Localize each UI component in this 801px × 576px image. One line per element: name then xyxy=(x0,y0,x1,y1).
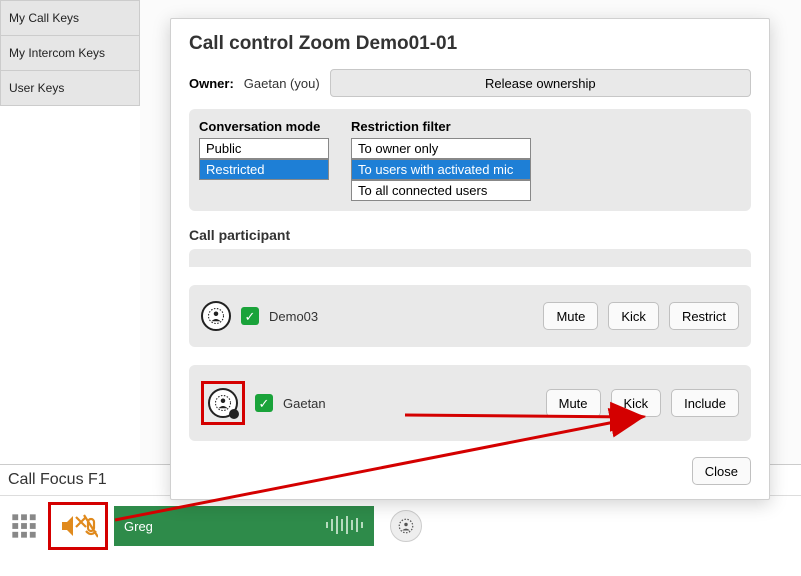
active-call-bar[interactable]: Greg xyxy=(114,506,374,546)
close-button[interactable]: Close xyxy=(692,457,751,485)
participant-checked-icon[interactable]: ✓ xyxy=(255,394,273,412)
modal-title: Call control Zoom Demo01-01 xyxy=(189,33,751,55)
restrict-button[interactable]: Restrict xyxy=(669,302,739,330)
call-bubble-icon[interactable] xyxy=(390,510,422,542)
participant-row: ✓ Gaetan Mute Kick Include xyxy=(189,365,751,441)
participant-name: Gaetan xyxy=(283,396,326,411)
apps-grid-icon[interactable] xyxy=(6,508,42,544)
release-ownership-button[interactable]: Release ownership xyxy=(330,69,751,97)
conversation-mode-option-restricted[interactable]: Restricted xyxy=(199,159,329,180)
conversation-mode-option-public[interactable]: Public xyxy=(199,138,329,159)
participant-row: ✓ Demo03 Mute Kick Restrict xyxy=(189,285,751,347)
sidebar-tab-user-keys[interactable]: User Keys xyxy=(0,71,140,106)
participant-checked-icon[interactable]: ✓ xyxy=(241,307,259,325)
participant-avatar-highlight xyxy=(201,381,245,425)
conversation-mode-heading: Conversation mode xyxy=(199,119,329,134)
restriction-option-owner-only[interactable]: To owner only xyxy=(351,138,531,159)
sidebar: My Call Keys My Intercom Keys User Keys xyxy=(0,0,140,106)
restriction-filter-list: To owner only To users with activated mi… xyxy=(351,138,531,201)
participant-list-scroll-hint xyxy=(189,249,751,267)
call-control-modal: Call control Zoom Demo01-01 Owner: Gaeta… xyxy=(170,18,770,500)
waveform-icon xyxy=(324,514,364,539)
mute-button[interactable]: Mute xyxy=(543,302,598,330)
sidebar-tab-call-keys[interactable]: My Call Keys xyxy=(0,0,140,36)
include-button[interactable]: Include xyxy=(671,389,739,417)
participant-avatar-icon xyxy=(201,301,231,331)
active-call-name: Greg xyxy=(124,519,153,534)
kick-button[interactable]: Kick xyxy=(608,302,659,330)
participant-avatar-icon xyxy=(208,388,238,418)
restriction-option-activated-mic[interactable]: To users with activated mic xyxy=(351,159,531,180)
conversation-mode-list: Public Restricted xyxy=(199,138,329,180)
speaker-mic-muted-icon xyxy=(58,509,98,543)
kick-button[interactable]: Kick xyxy=(611,389,662,417)
owner-value: Gaetan (you) xyxy=(244,76,320,91)
restriction-filter-heading: Restriction filter xyxy=(351,119,531,134)
restriction-option-all-connected[interactable]: To all connected users xyxy=(351,180,531,201)
participant-name: Demo03 xyxy=(269,309,318,324)
sidebar-tab-intercom-keys[interactable]: My Intercom Keys xyxy=(0,36,140,71)
participants-heading: Call participant xyxy=(189,227,751,243)
mode-panel: Conversation mode Public Restricted Rest… xyxy=(189,109,751,211)
mute-button[interactable]: Mute xyxy=(546,389,601,417)
owner-label: Owner: xyxy=(189,76,234,91)
mute-status-highlight xyxy=(48,502,108,550)
